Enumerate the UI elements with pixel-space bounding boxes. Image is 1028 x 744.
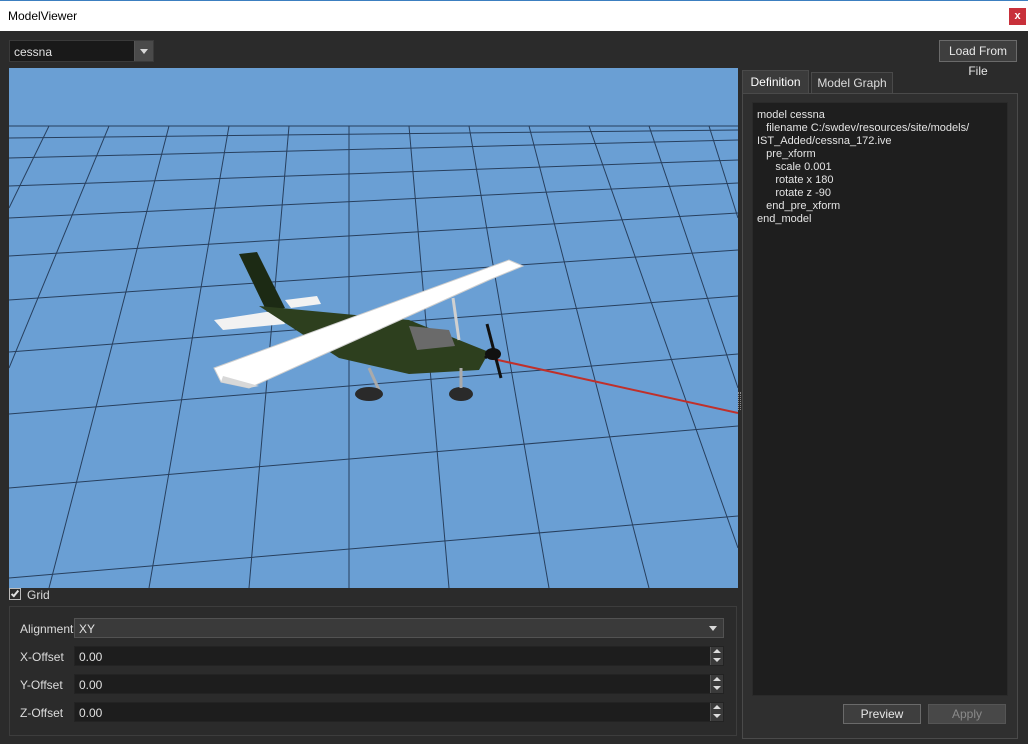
- z-offset-stepper[interactable]: [710, 703, 723, 721]
- spin-down-icon[interactable]: [713, 714, 721, 718]
- x-axis-line: [488, 357, 738, 414]
- y-offset-label: Y-Offset: [20, 678, 63, 692]
- chevron-down-icon: [709, 626, 717, 631]
- tab-definition[interactable]: Definition: [742, 70, 809, 93]
- x-offset-label: X-Offset: [20, 650, 64, 664]
- alignment-value: XY: [79, 622, 96, 636]
- apply-button[interactable]: Apply: [928, 704, 1006, 724]
- alignment-label: Alignment: [20, 622, 74, 636]
- z-offset-value: 0.00: [79, 706, 103, 720]
- close-button[interactable]: x: [1009, 8, 1026, 25]
- z-offset-spinbox[interactable]: 0.00: [74, 702, 724, 722]
- definition-editor[interactable]: model cessna filename C:/swdev/resources…: [752, 102, 1008, 696]
- grid-checkbox-label: Grid: [27, 588, 50, 602]
- z-offset-label: Z-Offset: [20, 706, 64, 720]
- model-select-dropdown-button[interactable]: [134, 41, 153, 61]
- 3d-viewport[interactable]: [9, 68, 738, 588]
- y-offset-stepper[interactable]: [710, 675, 723, 693]
- alignment-select[interactable]: XY: [74, 618, 724, 638]
- preview-button[interactable]: Preview: [843, 704, 921, 724]
- x-offset-spinbox[interactable]: 0.00: [74, 646, 724, 666]
- model-select-value: cessna: [14, 45, 53, 59]
- y-offset-spinbox[interactable]: 0.00: [74, 674, 724, 694]
- spin-down-icon[interactable]: [713, 686, 721, 690]
- x-offset-stepper[interactable]: [710, 647, 723, 665]
- x-offset-value: 0.00: [79, 650, 103, 664]
- y-offset-value: 0.00: [79, 678, 103, 692]
- chevron-down-icon: [140, 49, 148, 54]
- viewport-scene: [9, 125, 738, 588]
- title-bar: ModelViewer x: [0, 0, 1028, 31]
- spin-up-icon[interactable]: [713, 649, 721, 653]
- window-title: ModelViewer: [8, 9, 78, 23]
- spin-up-icon[interactable]: [713, 677, 721, 681]
- load-from-file-button[interactable]: Load From File: [939, 40, 1017, 78]
- aircraft-model: [213, 252, 525, 401]
- model-select[interactable]: cessna: [9, 40, 154, 62]
- pane-splitter-handle[interactable]: [738, 392, 741, 410]
- grid-checkbox[interactable]: [9, 588, 21, 600]
- tab-model-graph[interactable]: Model Graph: [811, 72, 893, 93]
- check-icon: [10, 588, 20, 598]
- spin-down-icon[interactable]: [713, 658, 721, 662]
- spin-up-icon[interactable]: [713, 705, 721, 709]
